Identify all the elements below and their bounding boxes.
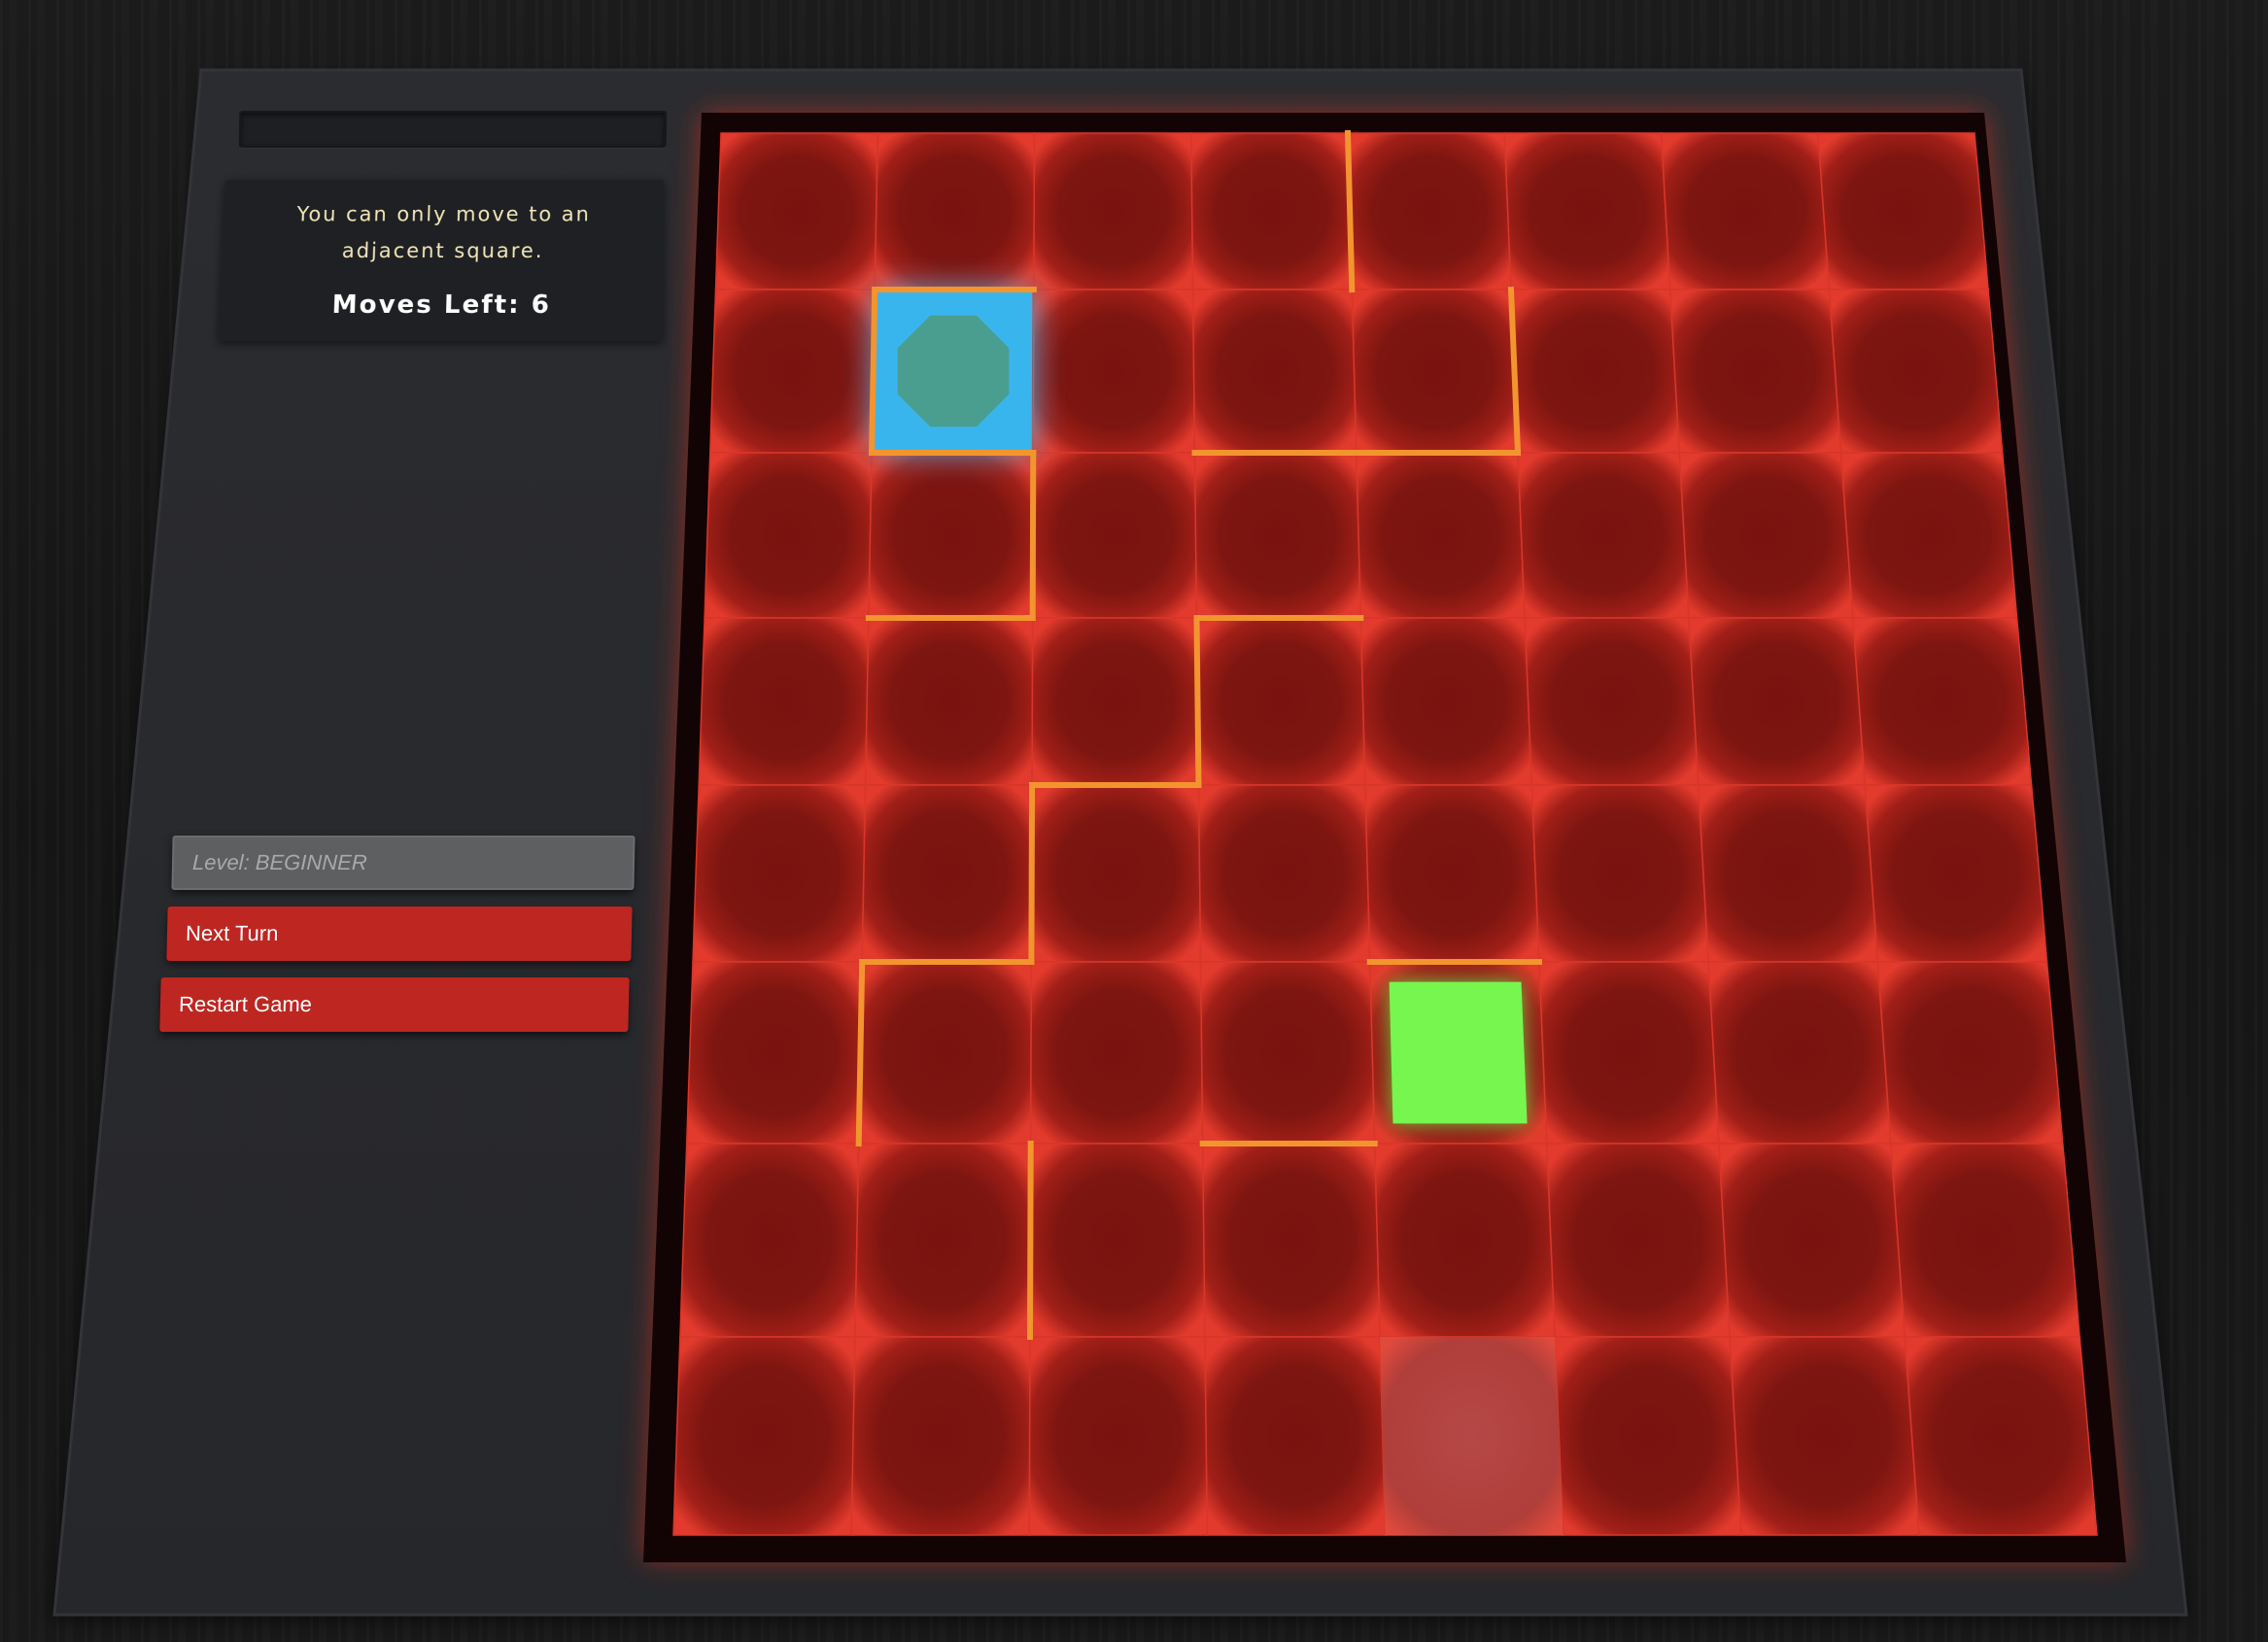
board-cell[interactable] bbox=[1546, 1143, 1731, 1338]
board-cell[interactable] bbox=[1373, 1143, 1556, 1338]
board-cell[interactable] bbox=[1347, 132, 1512, 291]
board-cell[interactable] bbox=[1364, 784, 1540, 963]
wall-vertical bbox=[1029, 449, 1037, 622]
player-token[interactable] bbox=[897, 315, 1010, 428]
board-cell[interactable] bbox=[1195, 617, 1366, 786]
board-cell[interactable] bbox=[1031, 452, 1198, 619]
board-cell[interactable] bbox=[685, 961, 863, 1145]
restart-game-button[interactable]: Restart Game bbox=[159, 977, 630, 1032]
board-cell[interactable] bbox=[1503, 132, 1671, 291]
hover-cell[interactable] bbox=[1380, 1337, 1564, 1535]
board-cell[interactable] bbox=[1356, 452, 1526, 619]
wall-vertical bbox=[869, 286, 878, 457]
board-cell[interactable] bbox=[679, 1143, 860, 1338]
board-cell[interactable] bbox=[1688, 617, 1867, 786]
board-cell[interactable] bbox=[854, 1143, 1032, 1338]
board-cell[interactable] bbox=[1032, 289, 1196, 454]
board-cell[interactable] bbox=[1876, 961, 2064, 1145]
board-cell[interactable] bbox=[1201, 1143, 1381, 1338]
moves-left-counter: Moves Left: 6 bbox=[331, 290, 552, 320]
board-cell[interactable] bbox=[1678, 452, 1854, 619]
board-cell[interactable] bbox=[1904, 1336, 2098, 1536]
board-cell[interactable] bbox=[1193, 452, 1362, 619]
board-cell[interactable] bbox=[857, 961, 1033, 1145]
board-cell[interactable] bbox=[1718, 1143, 1907, 1338]
wall-vertical bbox=[1028, 781, 1036, 966]
board-cell[interactable] bbox=[1864, 784, 2048, 963]
message-panel: You can only move to an adjacent square.… bbox=[218, 179, 665, 342]
board-cell[interactable] bbox=[1029, 961, 1204, 1145]
board-cell[interactable] bbox=[1204, 1336, 1387, 1536]
board-cell[interactable] bbox=[698, 617, 870, 786]
board-cell[interactable] bbox=[1839, 452, 2018, 619]
next-turn-button[interactable]: Next Turn bbox=[166, 907, 633, 961]
board-cell[interactable] bbox=[850, 1336, 1031, 1536]
instruction-text: You can only move to an adjacent square. bbox=[296, 202, 592, 262]
board-cell[interactable] bbox=[1538, 961, 1720, 1145]
board-cell[interactable] bbox=[1197, 784, 1371, 963]
board-cell[interactable] bbox=[1889, 1143, 2081, 1338]
game-scene: You can only move to an adjacent square.… bbox=[0, 0, 2268, 1642]
board-cell[interactable] bbox=[1191, 289, 1357, 454]
board-cell[interactable] bbox=[1697, 784, 1879, 963]
board-cell[interactable] bbox=[1668, 289, 1842, 454]
board-cell[interactable] bbox=[1030, 784, 1202, 963]
board-cell[interactable] bbox=[1729, 1336, 1920, 1536]
board-cell[interactable] bbox=[1028, 1336, 1209, 1536]
board-cell[interactable] bbox=[1033, 132, 1194, 291]
goal-layer bbox=[1389, 981, 1528, 1124]
board-cell[interactable] bbox=[868, 452, 1035, 619]
board-cell[interactable] bbox=[1029, 1143, 1206, 1338]
board-cell[interactable] bbox=[1359, 617, 1533, 786]
wall-vertical bbox=[855, 958, 866, 1147]
board-cell[interactable] bbox=[1199, 961, 1376, 1145]
board-cell[interactable] bbox=[709, 289, 876, 454]
board-cell[interactable] bbox=[1517, 452, 1690, 619]
board-cell[interactable] bbox=[1351, 289, 1519, 454]
board-cell[interactable] bbox=[1510, 289, 1681, 454]
board-cell[interactable] bbox=[714, 132, 879, 291]
wall-vertical bbox=[1193, 614, 1202, 789]
board-cell[interactable] bbox=[1851, 617, 2033, 786]
progress-bar bbox=[238, 111, 668, 148]
board-cell[interactable] bbox=[1031, 617, 1200, 786]
board-cell[interactable] bbox=[1707, 961, 1892, 1145]
board-cell[interactable] bbox=[1190, 132, 1354, 291]
board-cell[interactable] bbox=[704, 452, 873, 619]
board-cell[interactable] bbox=[874, 132, 1036, 291]
goal-square[interactable] bbox=[1389, 981, 1528, 1124]
board-cell[interactable] bbox=[1524, 617, 1700, 786]
level-indicator: Level: BEGINNER bbox=[171, 836, 636, 890]
hover-layer bbox=[1380, 1337, 1564, 1535]
board-cell[interactable] bbox=[1816, 132, 1989, 291]
board-cell[interactable] bbox=[692, 784, 867, 963]
board-cell[interactable] bbox=[1554, 1336, 1742, 1536]
board-cell[interactable] bbox=[1530, 784, 1709, 963]
board-cell[interactable] bbox=[672, 1336, 856, 1536]
board-cell[interactable] bbox=[1660, 132, 1831, 291]
player-layer bbox=[872, 290, 1034, 453]
board-cell[interactable] bbox=[864, 617, 1034, 786]
wall-vertical bbox=[1026, 1140, 1034, 1341]
board-cell[interactable] bbox=[1828, 289, 2004, 454]
board-cell[interactable] bbox=[861, 784, 1033, 963]
